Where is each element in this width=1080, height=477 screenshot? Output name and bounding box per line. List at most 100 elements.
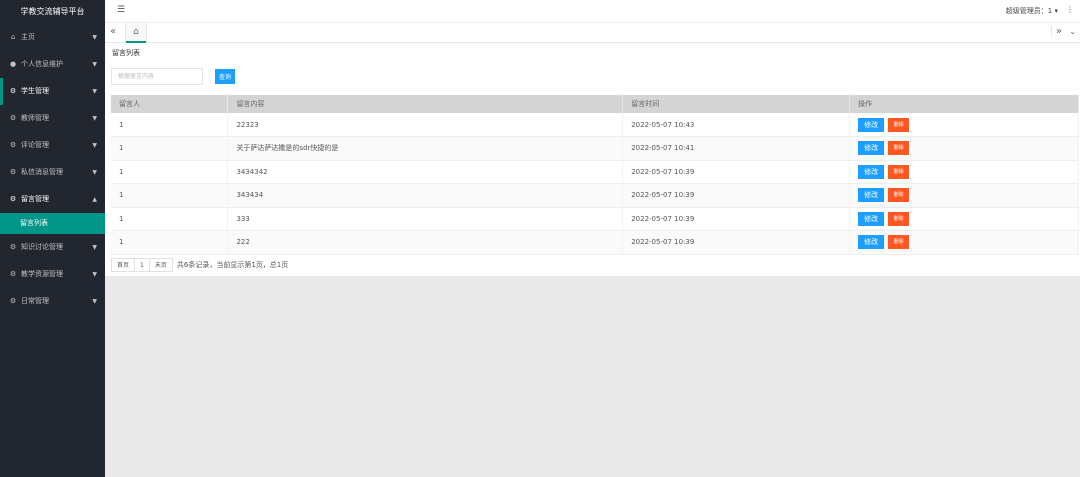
sidebar-item-label: 评论管理 [21,141,49,149]
cell-content: 333 [227,207,624,231]
delete-button[interactable]: 删除 [888,188,910,203]
gear-icon: ⚙ [9,297,17,305]
tab-scroll-left-icon[interactable]: « [110,26,116,37]
content-panel: 留言列表 查询 留言人 留言内容 留言时间 操作 1 22323 2022-05… [105,43,1080,276]
cell-time: 2022-05-07 10:39 [622,183,851,208]
cell-actions: 修改 删除 [849,183,1079,208]
more-icon[interactable]: ⋮ [1066,5,1074,14]
sidebar-item-students[interactable]: ⚙ 学生管理 ▼ [0,78,105,105]
caret-down-icon: ▼ [92,298,97,305]
gear-icon: ⚙ [9,243,17,251]
cell-content: 22323 [227,113,624,137]
sidebar-item-label: 教学资源管理 [21,270,63,278]
cell-actions: 修改 删除 [849,230,1079,255]
gear-icon: ⚙ [9,168,17,176]
app-title: 学教交流辅导平台 [20,7,85,16]
home-icon: ⌂ [10,33,16,41]
gear-icon: ⚙ [9,195,17,203]
sidebar-item-label: 学生管理 [21,87,49,95]
edit-button[interactable]: 修改 [858,211,885,226]
cell-time: 2022-05-07 10:43 [622,113,851,137]
user-menu[interactable]: 超级管理员：1 ▾ [1006,6,1058,16]
delete-button[interactable]: 删除 [888,235,910,250]
caret-down-icon: ▼ [92,88,97,95]
sidebar-item-resources[interactable]: ⚙ 教学资源管理 ▼ [0,261,105,288]
sidebar-item-label: 知识讨论管理 [21,243,63,251]
caret-down-icon: ▼ [92,271,97,278]
breadcrumb: 留言列表 [112,49,140,57]
search-button[interactable]: 查询 [215,69,235,84]
caret-down-icon: ▼ [92,34,97,41]
edit-button[interactable]: 修改 [858,188,885,203]
sidebar-subitem-guestbook-list[interactable]: 留言列表 [0,213,105,234]
cell-content: 222 [227,230,624,255]
cell-author: 1 [111,207,229,231]
col-header-content[interactable]: 留言内容 [227,95,624,113]
guestbook-table: 留言人 留言内容 留言时间 操作 1 22323 2022-05-07 10:4… [111,95,1079,255]
user-icon: ● [9,60,17,68]
sidebar-item-label: 个人信息维护 [21,60,63,68]
sidebar-item-label: 主页 [21,33,35,41]
delete-button[interactable]: 删除 [888,164,910,179]
cell-content: 关于萨达萨达撒是的sdr快捷的是 [227,136,624,161]
sidebar-item-label: 留言管理 [21,195,49,203]
table-row: 1 22323 2022-05-07 10:43 修改 删除 [111,113,1079,137]
table-header-row: 留言人 留言内容 留言时间 操作 [111,95,1079,113]
sidebar-item-label: 私信消息管理 [21,168,63,176]
edit-button[interactable]: 修改 [858,141,885,156]
edit-button[interactable]: 修改 [858,164,885,179]
cell-content: 3434342 [227,160,624,184]
gear-icon: ⚙ [9,114,17,122]
edit-button[interactable]: 修改 [858,235,885,250]
caret-down-icon: ▼ [92,244,97,251]
sidebar-item-messages[interactable]: ⚙ 私信消息管理 ▼ [0,159,105,186]
cell-actions: 修改 删除 [849,207,1079,231]
sidebar-item-guestbook[interactable]: ⚙ 留言管理 ▲ [0,186,105,213]
edit-button[interactable]: 修改 [858,117,885,132]
cell-author: 1 [111,160,229,184]
sidebar-item-daily[interactable]: ⚙ 日常管理 ▼ [0,288,105,315]
sidebar-item-teachers[interactable]: ⚙ 教师管理 ▼ [0,105,105,132]
table-row: 1 3434342 2022-05-07 10:39 修改 删除 [111,160,1079,184]
sidebar-item-profile[interactable]: ● 个人信息维护 ▼ [0,51,105,78]
col-header-time[interactable]: 留言时间 [622,95,851,113]
col-header-actions: 操作 [849,95,1079,113]
search-input[interactable] [111,68,203,85]
gear-icon: ⚙ [9,87,17,95]
caret-down-icon: ▼ [92,169,97,176]
caret-down-icon: ▼ [92,142,97,149]
gear-icon: ⚙ [9,270,17,278]
caret-down-icon: ▼ [92,115,97,122]
table-row: 1 关于萨达萨达撒是的sdr快捷的是 2022-05-07 10:41 修改 删除 [111,136,1079,161]
cell-time: 2022-05-07 10:39 [622,207,851,231]
cell-author: 1 [111,183,229,208]
caret-down-icon: ▼ [92,61,97,68]
col-header-author[interactable]: 留言人 [111,95,229,113]
delete-button[interactable]: 删除 [888,117,910,132]
caret-up-icon: ▲ [92,196,97,203]
pager-last-button[interactable]: 末页 [148,258,173,272]
cell-author: 1 [111,113,229,137]
tab-home[interactable]: ⌂ [125,23,147,43]
tab-bar: « ⌂ » ⌄ [105,23,1080,43]
tab-scroll-right-icon[interactable]: » [1050,26,1062,37]
delete-button[interactable]: 删除 [888,141,910,156]
delete-button[interactable]: 删除 [888,211,910,226]
cell-actions: 修改 删除 [849,160,1079,184]
table-row: 1 343434 2022-05-07 10:39 修改 删除 [111,183,1079,208]
sidebar-item-discussions[interactable]: ⚙ 知识讨论管理 ▼ [0,234,105,261]
pager-page-1[interactable]: 1 [134,258,150,272]
menu-toggle-icon[interactable]: ☰ [117,5,125,15]
cell-actions: 修改 删除 [849,113,1079,137]
sidebar-item-label: 日常管理 [21,297,49,305]
pager-first-button[interactable]: 首页 [111,258,136,272]
cell-actions: 修改 删除 [849,136,1079,161]
cell-time: 2022-05-07 10:41 [622,136,851,161]
pager-info: 共6条记录，当前显示第1页，总1页 [176,261,289,269]
cell-time: 2022-05-07 10:39 [622,230,851,255]
top-header: ☰ 超级管理员：1 ▾ ⋮ [105,0,1080,23]
sidebar-item-comments[interactable]: ⚙ 评论管理 ▼ [0,132,105,159]
tab-menu-chevron-icon[interactable]: ⌄ [1069,27,1076,36]
sidebar-item-home[interactable]: ⌂ 主页 ▼ [0,24,105,51]
cell-content: 343434 [227,183,624,208]
